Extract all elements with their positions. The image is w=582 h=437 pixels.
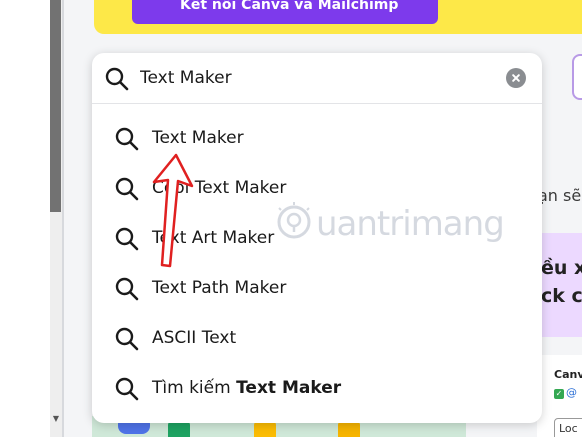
suggestion-label: ASCII Text <box>152 328 237 348</box>
watermark-text: uantrimang <box>316 204 505 244</box>
red-arrow-annotation <box>152 153 194 268</box>
search-for-query-item[interactable]: Tìm kiếm Text Maker <box>92 365 542 413</box>
background-text-fragment: ạn sẽ <box>538 186 582 205</box>
suggestion-label: Text Maker <box>152 128 244 148</box>
scroll-down-arrow-icon[interactable]: ▼ <box>51 414 61 423</box>
search-icon <box>105 67 129 91</box>
search-icon <box>115 227 139 251</box>
suggestion-item[interactable]: Text Path Maker <box>92 265 542 313</box>
app-tile-icon[interactable] <box>168 421 190 437</box>
suggestion-label: Tìm kiếm Text Maker <box>152 378 342 398</box>
left-scrollbar-thumb[interactable] <box>50 0 61 212</box>
profile-card-title: Canv <box>554 368 582 381</box>
lightbulb-logo-icon <box>277 202 311 239</box>
watermark: uantrimang <box>272 200 505 250</box>
clear-search-icon[interactable] <box>506 68 526 88</box>
search-input[interactable] <box>140 63 490 93</box>
verified-check-icon: ✓ <box>554 389 564 399</box>
search-icon <box>115 177 139 201</box>
search-bar <box>92 53 542 104</box>
app-tile-icon[interactable] <box>338 421 360 437</box>
profile-card-button[interactable]: Loc <box>554 418 582 437</box>
suggestion-label: Text Path Maker <box>152 278 287 298</box>
side-option-card[interactable] <box>572 54 582 100</box>
search-icon <box>115 127 139 151</box>
search-icon <box>115 277 139 301</box>
app-tile-icon[interactable] <box>254 421 276 437</box>
connect-mailchimp-button[interactable]: Kết nối Canva và Mailchimp <box>132 0 438 24</box>
feature-card-title: ều xe ck c <box>541 257 582 307</box>
search-icon <box>115 327 139 351</box>
suggestion-item[interactable]: ASCII Text <box>92 315 542 363</box>
search-icon <box>115 377 139 401</box>
profile-card-handle[interactable]: ✓ @ <box>554 386 577 399</box>
